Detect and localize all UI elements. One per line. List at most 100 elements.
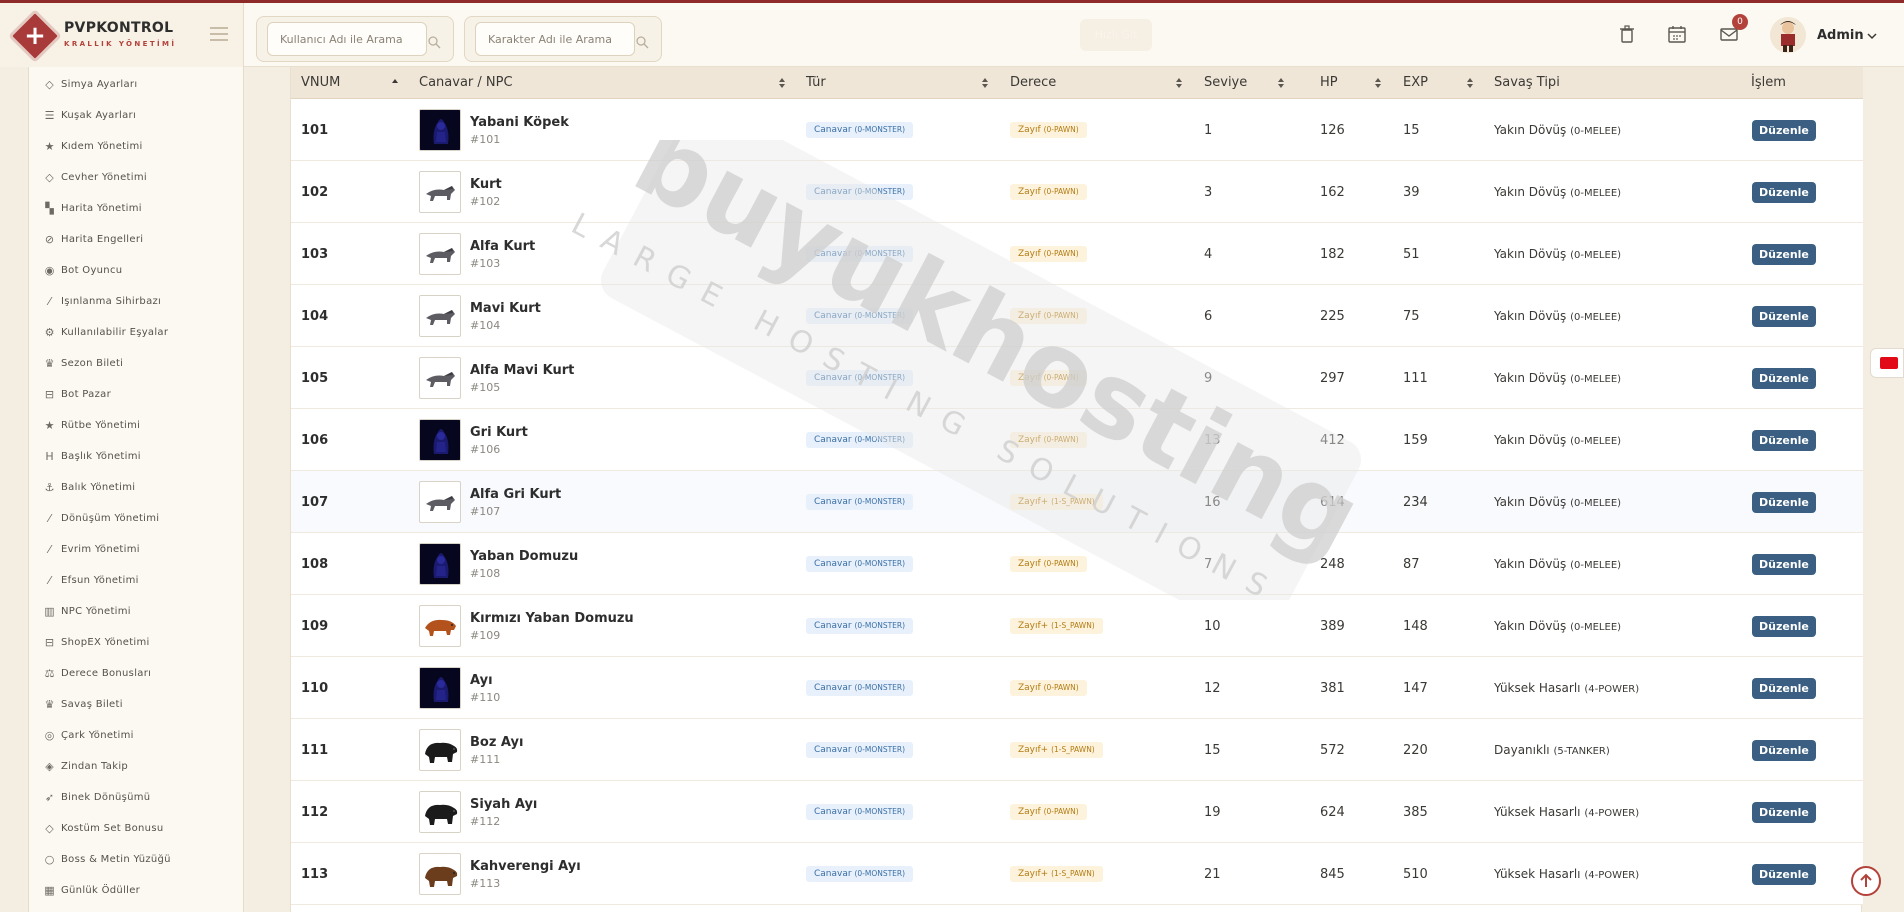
sidebar-item[interactable]: ♛ Sezon Bileti — [29, 348, 245, 379]
sidebar-item[interactable]: ◈ Zindan Takip — [29, 751, 245, 782]
edit-button[interactable]: Düzenle — [1752, 119, 1816, 141]
sort-icon[interactable] — [1175, 77, 1183, 89]
edit-button[interactable]: Düzenle — [1752, 243, 1816, 265]
table-row: 113 Kahverengi Ayı #113 Canavar (0-MONSTER)… — [291, 843, 1863, 905]
sidebar-item[interactable]: ◎ Çark Yönetimi — [29, 720, 245, 751]
sidebar-item[interactable]: ○ Boss & Metin Yüzüğü — [29, 844, 245, 875]
sidebar-item[interactable]: ⚖ Derece Bonusları — [29, 658, 245, 689]
column-header[interactable]: Savaş Tipi — [1494, 67, 1560, 99]
sort-asc-icon[interactable] — [391, 77, 399, 89]
avatar[interactable] — [1770, 17, 1806, 53]
edit-button[interactable]: Düzenle — [1752, 615, 1816, 637]
npc-name: Alfa Gri Kurt — [470, 486, 562, 502]
sidebar-item[interactable]: ⊟ ShopEX Yönetimi — [29, 627, 245, 658]
sort-icon[interactable] — [981, 77, 989, 89]
sidebar-item-label: Simya Ayarları — [61, 79, 138, 90]
rank-badge: Zayıf (0-PAWN) — [1010, 308, 1087, 324]
user-search-input[interactable] — [267, 22, 427, 56]
sidebar-item[interactable]: ➶ Binek Dönüşümü — [29, 782, 245, 813]
character-search-input[interactable] — [475, 22, 635, 56]
npc-table-card: VNUM Canavar / NPC Tür Derece Seviye HP EXP Sav… — [290, 67, 1863, 912]
sidebar-item[interactable]: ⊟ Bot Pazar — [29, 379, 245, 410]
cart-icon: ⊟ — [44, 388, 55, 401]
sidebar-item[interactable]: ⁄ Efsun Yönetimi — [29, 565, 245, 596]
sidebar-item-label: Binek Dönüşümü — [61, 792, 151, 803]
npc-sprite-image — [419, 543, 461, 585]
table-row: 102 Kurt #102 Canavar (0-MONSTER) Zayıf (0-P… — [291, 161, 1863, 223]
level-cell: 9 — [1204, 370, 1213, 386]
calendar-icon[interactable] — [1666, 23, 1688, 45]
column-header[interactable]: İşlem — [1751, 67, 1786, 99]
search-icon[interactable] — [427, 35, 441, 49]
edit-button[interactable]: Düzenle — [1752, 367, 1816, 389]
language-flag-button[interactable] — [1870, 348, 1904, 378]
sidebar-item[interactable]: ◇ Simya Ayarları — [29, 69, 245, 100]
rank-badge: Zayıf+ (1-S_PAWN) — [1010, 494, 1103, 510]
table-row: 112 Siyah Ayı #112 Canavar (0-MONSTER) Zayıf… — [291, 781, 1863, 843]
sidebar-item[interactable]: H Başlık Yönetimi — [29, 441, 245, 472]
edit-button[interactable]: Düzenle — [1752, 739, 1816, 761]
battle-type-cell: Yakın Dövüş (0-MELEE) — [1494, 123, 1622, 137]
sort-icon[interactable] — [778, 77, 786, 89]
sidebar-item[interactable]: ⁄ Evrim Yönetimi — [29, 534, 245, 565]
column-header[interactable]: Canavar / NPC — [419, 67, 513, 99]
level-cell: 12 — [1204, 680, 1221, 696]
chevron-down-icon[interactable] — [1866, 30, 1878, 42]
rank-badge: Zayıf (0-PAWN) — [1010, 184, 1087, 200]
edit-button[interactable]: Düzenle — [1752, 553, 1816, 575]
sidebar-item[interactable]: ▚ Harita Yönetimi — [29, 193, 245, 224]
edit-button[interactable]: Düzenle — [1752, 677, 1816, 699]
sidebar-item[interactable]: ▦ Günlük Ödüller — [29, 875, 245, 906]
column-header[interactable]: Seviye — [1204, 67, 1247, 99]
hp-cell: 248 — [1320, 556, 1345, 572]
sidebar-item[interactable]: ★ Rütbe Yönetimi — [29, 410, 245, 441]
column-header[interactable]: HP — [1320, 67, 1338, 99]
sidebar-item[interactable]: ☰ Kuşak Ayarları — [29, 100, 245, 131]
sidebar-item[interactable]: ◇ Kostüm Set Bonusu — [29, 813, 245, 844]
battle-type-cell: Yakın Dövüş (0-MELEE) — [1494, 619, 1622, 633]
column-header[interactable]: Tür — [806, 67, 826, 99]
search-icon[interactable] — [635, 35, 649, 49]
column-header[interactable]: VNUM — [301, 67, 340, 99]
quick-go-button[interactable]: Hızlı Git — [1080, 19, 1152, 51]
sidebar-item[interactable]: ⁄ Dönüşüm Yönetimi — [29, 503, 245, 534]
table-row: 101 Yabani Köpek #101 Canavar (0-MONSTER) Za… — [291, 99, 1863, 161]
scroll-top-button[interactable] — [1851, 866, 1881, 896]
table-row: 111 Boz Ayı #111 Canavar (0-MONSTER) Zayıf+ … — [291, 719, 1863, 781]
sidebar-item-label: Başlık Yönetimi — [61, 451, 141, 462]
sidebar-item[interactable]: ⊘ Harita Engelleri — [29, 224, 245, 255]
type-badge: Canavar (0-MONSTER) — [806, 246, 914, 262]
column-header[interactable]: Derece — [1010, 67, 1056, 99]
type-badge: Canavar (0-MONSTER) — [806, 122, 914, 138]
edit-button[interactable]: Düzenle — [1752, 305, 1816, 327]
hp-cell: 126 — [1320, 122, 1345, 138]
hp-cell: 297 — [1320, 370, 1345, 386]
edit-button[interactable]: Düzenle — [1752, 491, 1816, 513]
column-header[interactable]: EXP — [1403, 67, 1428, 99]
edit-button[interactable]: Düzenle — [1752, 801, 1816, 823]
sidebar-item[interactable]: ⚙ Kullanılabilir Eşyalar — [29, 317, 245, 348]
battle-type-cell: Yakın Dövüş (0-MELEE) — [1494, 433, 1622, 447]
vnum-cell: 109 — [301, 618, 329, 634]
hp-cell: 845 — [1320, 866, 1345, 882]
edit-button[interactable]: Düzenle — [1752, 863, 1816, 885]
sort-icon[interactable] — [1466, 77, 1474, 89]
edit-button[interactable]: Düzenle — [1752, 181, 1816, 203]
edit-button[interactable]: Düzenle — [1752, 429, 1816, 451]
trash-icon[interactable] — [1616, 23, 1638, 45]
sidebar-item[interactable]: ★ Kıdem Yönetimi — [29, 131, 245, 162]
menu-toggle-icon[interactable] — [210, 27, 228, 45]
sort-icon[interactable] — [1374, 77, 1382, 89]
exp-cell: 39 — [1403, 184, 1420, 200]
rank-badge: Zayıf+ (1-S_PAWN) — [1010, 742, 1103, 758]
sidebar-item[interactable]: ⚓ Balık Yönetimi — [29, 472, 245, 503]
sidebar-item[interactable]: ♛ Savaş Bileti — [29, 689, 245, 720]
admin-name[interactable]: Admin — [1817, 28, 1864, 43]
npc-name: Gri Kurt — [470, 424, 528, 440]
sidebar-item[interactable]: ⁄ Işınlanma Sihirbazı — [29, 286, 245, 317]
sort-icon[interactable] — [1277, 77, 1285, 89]
sidebar-item[interactable]: ◉ Bot Oyuncu — [29, 255, 245, 286]
sidebar-item[interactable]: ▥ NPC Yönetimi — [29, 596, 245, 627]
vnum-cell: 111 — [301, 742, 329, 758]
sidebar-item[interactable]: ◇ Cevher Yönetimi — [29, 162, 245, 193]
